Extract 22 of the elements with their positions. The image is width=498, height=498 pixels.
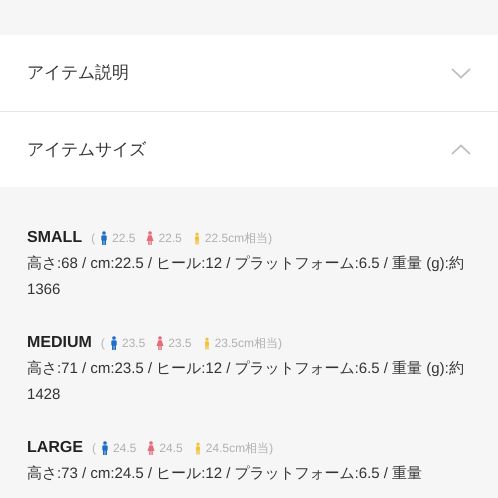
accordion-header[interactable]: アイテム説明 [0, 35, 498, 111]
paren-text: ( [91, 230, 96, 247]
size-value: 23.5cm相当) [214, 335, 282, 352]
size-value: 22.5 [112, 230, 136, 247]
size-value: 24.5 [159, 440, 183, 457]
accordion-header[interactable]: アイテムサイズ [0, 111, 498, 187]
size-value: 24.5 [113, 440, 136, 457]
size-value: 23.5 [168, 335, 192, 352]
size-details: 高さ:68 / cm:22.5 / ヒール:12 / プラットフォーム:6.5 / 重量 (g):約1366 [27, 254, 465, 300]
size-details: 高さ:71 / cm:23.5 / ヒール:12 / プラットフォーム:6.5 / 重量 (g):約1428 [27, 359, 465, 405]
size-value: 22.5 [158, 230, 182, 247]
size-details: 高さ:73 / cm:24.5 / ヒール:12 / プラットフォーム:6.5 / 重量 [27, 464, 424, 484]
size-name: LARGE [27, 438, 83, 458]
chevron-up-icon [451, 144, 471, 155]
size-name: MEDIUM [27, 333, 92, 353]
size-value: 22.5cm相当) [204, 230, 272, 247]
paren-text: ( [92, 440, 96, 457]
size-value: 23.5 [122, 335, 146, 352]
chevron-down-icon [451, 68, 471, 78]
size-name: SMALL [27, 228, 82, 248]
size-value: 24.5cm相当) [206, 440, 274, 457]
paren-text: ( [100, 335, 105, 352]
